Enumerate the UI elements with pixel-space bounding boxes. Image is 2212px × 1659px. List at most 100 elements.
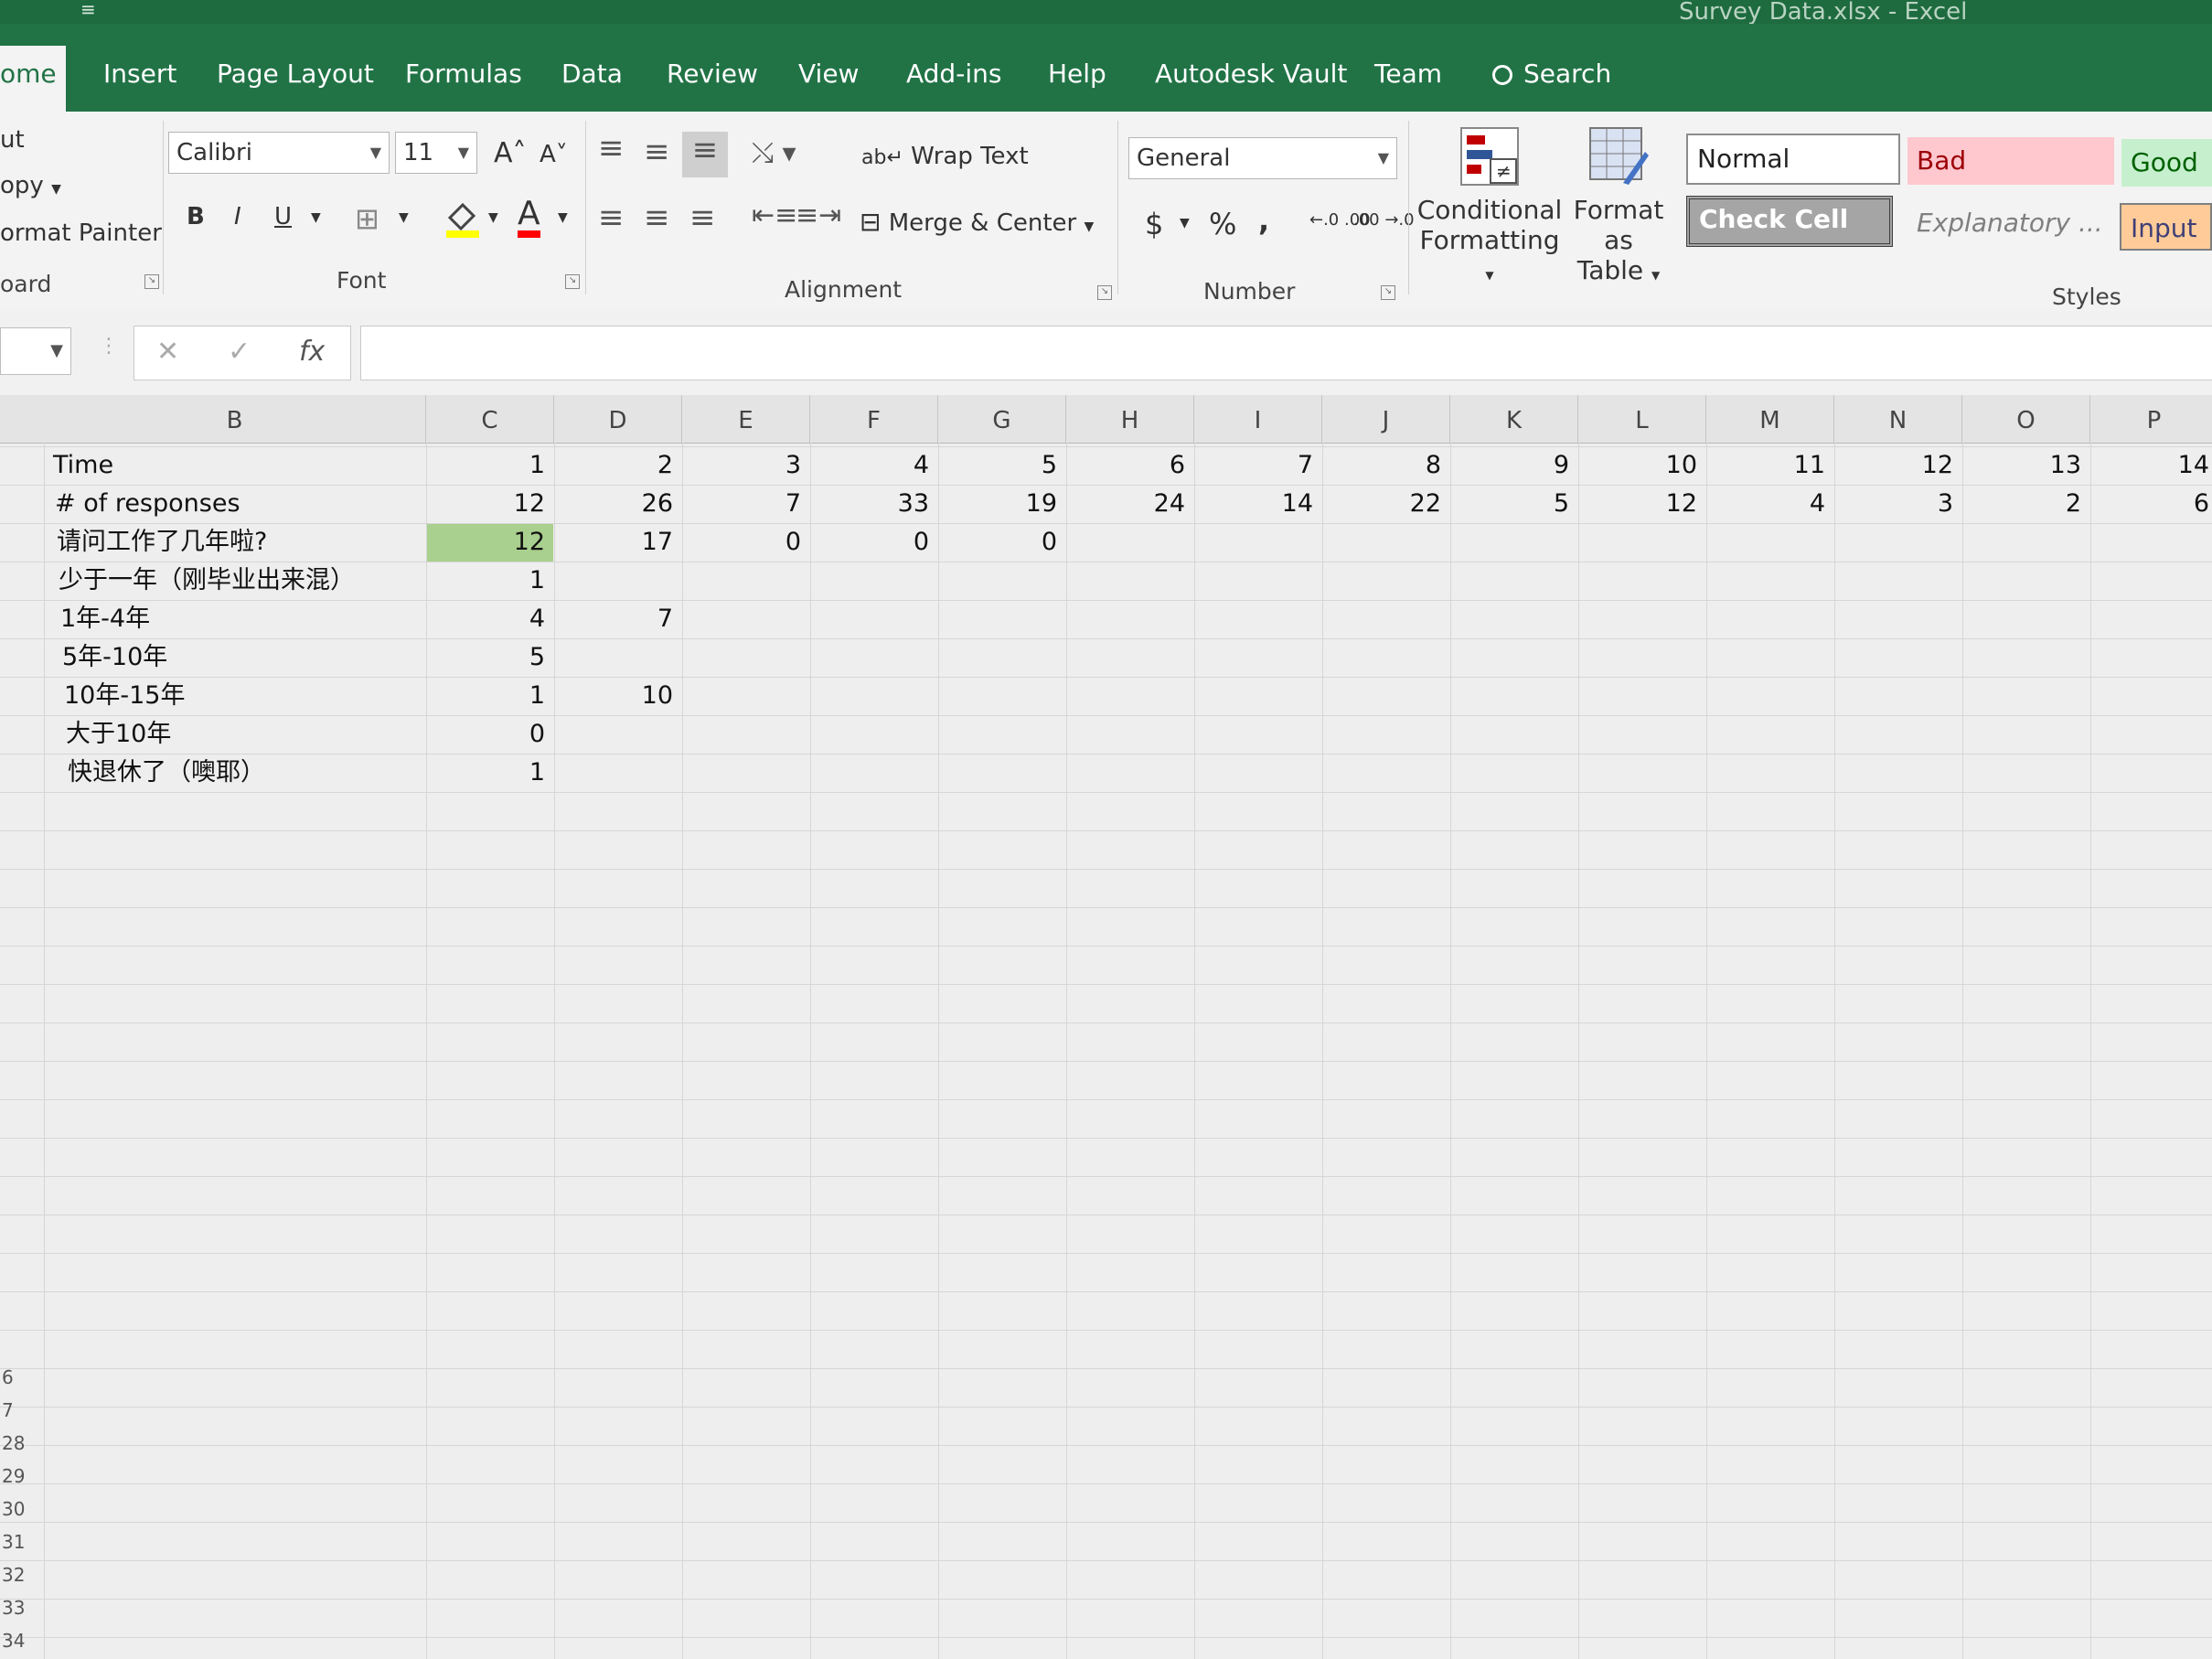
bold-button[interactable]: B bbox=[187, 203, 205, 230]
cell-b8[interactable]: 大于10年 bbox=[66, 715, 171, 754]
column-header-l[interactable]: L bbox=[1578, 395, 1706, 443]
column-header-n[interactable]: N bbox=[1834, 395, 1962, 443]
align-right-icon[interactable]: ≡ bbox=[689, 199, 716, 236]
tab-add-ins[interactable]: Add-ins bbox=[906, 59, 1001, 89]
row-number-7[interactable]: 7 bbox=[2, 1399, 14, 1421]
italic-button[interactable]: I bbox=[234, 203, 241, 230]
cell-l2[interactable]: 12 bbox=[1578, 485, 1697, 523]
tab-home[interactable]: ome bbox=[0, 46, 66, 112]
number-launcher-icon[interactable]: ↘ bbox=[1381, 285, 1395, 300]
font-color-button[interactable]: A bbox=[518, 198, 540, 238]
font-name-dropdown[interactable]: Calibri ▼ bbox=[168, 132, 390, 174]
row-number-30[interactable]: 30 bbox=[2, 1498, 25, 1520]
cell-o1[interactable]: 13 bbox=[1962, 446, 2081, 485]
decrease-indent-icon[interactable]: ⇤≡ bbox=[752, 199, 797, 231]
orientation-icon[interactable]: ⤯ ▾ bbox=[752, 137, 796, 169]
cell-c2[interactable]: 12 bbox=[426, 485, 545, 523]
cell-c5[interactable]: 4 bbox=[426, 600, 545, 638]
formula-bar-splitter-icon[interactable]: ⋮ bbox=[99, 335, 119, 358]
row-number-28[interactable]: 28 bbox=[2, 1432, 25, 1454]
style-normal[interactable]: Normal bbox=[1686, 134, 1900, 185]
cell-b5[interactable]: 1年-4年 bbox=[60, 600, 150, 638]
decrease-decimal-button[interactable]: .00 →.0 bbox=[1353, 210, 1415, 230]
name-box[interactable]: ▼ bbox=[0, 327, 71, 375]
column-header-g[interactable]: G bbox=[938, 395, 1066, 443]
style-input[interactable]: Input bbox=[2120, 203, 2212, 251]
cut-button[interactable]: ut bbox=[0, 126, 25, 154]
wrap-text-button[interactable]: ab↵ Wrap Text bbox=[861, 143, 1029, 170]
cell-b4[interactable]: 少于一年（刚毕业出来混） bbox=[59, 562, 355, 600]
cell-f3[interactable]: 0 bbox=[810, 523, 929, 562]
cell-c6[interactable]: 5 bbox=[426, 638, 545, 677]
cell-b2[interactable]: # of responses bbox=[55, 485, 240, 523]
cell-n2[interactable]: 3 bbox=[1834, 485, 1953, 523]
column-header-o[interactable]: O bbox=[1962, 395, 2090, 443]
clipboard-launcher-icon[interactable]: ↘ bbox=[144, 274, 159, 289]
style-check-cell[interactable]: Check Cell bbox=[1686, 196, 1893, 247]
row-number-33[interactable]: 33 bbox=[2, 1597, 25, 1619]
align-center-icon[interactable]: ≡ bbox=[644, 199, 670, 236]
cell-j1[interactable]: 8 bbox=[1322, 446, 1441, 485]
align-top-icon[interactable]: ≡ bbox=[598, 130, 625, 166]
cell-m1[interactable]: 11 bbox=[1706, 446, 1825, 485]
column-header-p[interactable]: P bbox=[2090, 395, 2212, 443]
cell-j2[interactable]: 22 bbox=[1322, 485, 1441, 523]
tab-help[interactable]: Help bbox=[1048, 59, 1106, 89]
cell-c1[interactable]: 1 bbox=[426, 446, 545, 485]
conditional-formatting-button[interactable]: ≠ Conditional Formatting ▼ bbox=[1414, 124, 1565, 285]
style-good[interactable]: Good bbox=[2121, 139, 2212, 187]
shrink-font-button[interactable]: A˅ bbox=[540, 141, 568, 168]
tab-formulas[interactable]: Formulas bbox=[405, 59, 522, 89]
cell-i1[interactable]: 7 bbox=[1194, 446, 1313, 485]
cell-g1[interactable]: 5 bbox=[938, 446, 1057, 485]
alignment-launcher-icon[interactable]: ↘ bbox=[1097, 285, 1112, 300]
cell-c4[interactable]: 1 bbox=[426, 562, 545, 600]
fill-color-button[interactable] bbox=[444, 199, 481, 246]
style-bad[interactable]: Bad bbox=[1907, 137, 2114, 185]
cell-b7[interactable]: 10年-15年 bbox=[64, 677, 185, 715]
column-header-k[interactable]: K bbox=[1450, 395, 1578, 443]
grow-font-button[interactable]: A˄ bbox=[494, 137, 527, 169]
column-header-b[interactable]: B bbox=[44, 395, 426, 443]
row-number-29[interactable]: 29 bbox=[2, 1465, 25, 1487]
cell-g2[interactable]: 19 bbox=[938, 485, 1057, 523]
increase-indent-icon[interactable]: ≡⇥ bbox=[796, 199, 841, 231]
number-format-dropdown[interactable]: General ▼ bbox=[1128, 137, 1397, 179]
tab-insert[interactable]: Insert bbox=[103, 59, 176, 89]
cell-b1[interactable]: Time bbox=[53, 446, 113, 485]
cell-i2[interactable]: 14 bbox=[1194, 485, 1313, 523]
column-header-h[interactable]: H bbox=[1066, 395, 1194, 443]
cell-m2[interactable]: 4 bbox=[1706, 485, 1825, 523]
row-number-6[interactable]: 6 bbox=[2, 1366, 14, 1388]
align-bottom-icon[interactable]: ≡ bbox=[682, 132, 728, 177]
copy-button[interactable]: opy ▼ bbox=[0, 172, 61, 199]
align-left-icon[interactable]: ≡ bbox=[598, 199, 625, 236]
cell-d5[interactable]: 7 bbox=[554, 600, 673, 638]
quick-access-menu-icon[interactable]: ≡ bbox=[80, 0, 96, 20]
merge-center-button[interactable]: ⊟ Merge & Center ▼ bbox=[860, 207, 1094, 237]
cell-f1[interactable]: 4 bbox=[810, 446, 929, 485]
cell-p2[interactable]: 6 bbox=[2090, 485, 2209, 523]
row-number-31[interactable]: 31 bbox=[2, 1531, 25, 1553]
cell-n1[interactable]: 12 bbox=[1834, 446, 1953, 485]
cell-p1[interactable]: 14 bbox=[2090, 446, 2209, 485]
cell-b6[interactable]: 5年-10年 bbox=[62, 638, 167, 677]
tab-page-layout[interactable]: Page Layout bbox=[217, 59, 374, 89]
tab-review[interactable]: Review bbox=[667, 59, 758, 89]
cell-h1[interactable]: 6 bbox=[1066, 446, 1185, 485]
cell-g3[interactable]: 0 bbox=[938, 523, 1057, 562]
worksheet-grid[interactable]: BCDEFGHIJKLMNOP Time 1 2 3 4 5 6 7 8 9 10 11 12 13 14 #… bbox=[0, 395, 2212, 1659]
cell-e1[interactable]: 3 bbox=[682, 446, 801, 485]
enter-icon[interactable]: ✓ bbox=[228, 336, 251, 368]
cell-h2[interactable]: 24 bbox=[1066, 485, 1185, 523]
currency-button[interactable]: $ bbox=[1145, 207, 1163, 241]
cell-l1[interactable]: 10 bbox=[1578, 446, 1697, 485]
column-header-f[interactable]: F bbox=[810, 395, 938, 443]
formula-input[interactable] bbox=[360, 326, 2212, 380]
tab-team[interactable]: Team bbox=[1374, 59, 1442, 89]
cell-c3[interactable]: 12 bbox=[426, 523, 545, 562]
chevron-down-icon[interactable]: ▼ bbox=[399, 210, 409, 225]
column-header-d[interactable]: D bbox=[554, 395, 682, 443]
comma-style-button[interactable]: , bbox=[1258, 203, 1269, 238]
tab-view[interactable]: View bbox=[798, 59, 859, 89]
